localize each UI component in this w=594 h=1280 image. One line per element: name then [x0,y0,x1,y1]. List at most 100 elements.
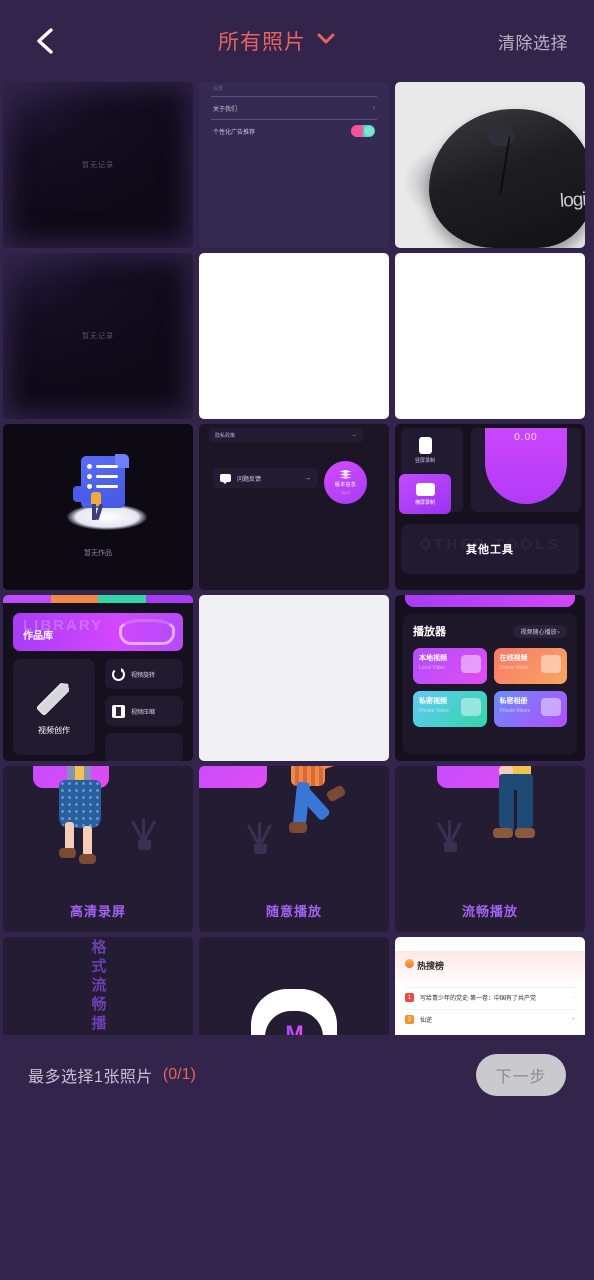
ads-toggle [351,125,375,137]
photo-thumbnail[interactable] [199,253,389,419]
photo-thumbnail[interactable]: 随意播放 [199,766,389,932]
onboard-caption: 随意播放 [265,904,322,919]
library-label: 作品库 [23,631,53,642]
record-timer: 0.00 [514,432,538,443]
bottom-bar: 最多选择1张照片 (0/1) 下一步 [0,1035,594,1115]
arrow-right-icon: → [304,474,311,482]
chevron-down-icon [316,32,336,50]
vertical-caption: 格式流畅播 [89,939,107,1034]
layers-icon [339,470,352,479]
portrait-record-option: 竖屏录制 [401,430,449,470]
selection-count: (0/1) [162,1066,196,1083]
swirl-decoration-icon [119,619,175,645]
empty-work-illustration [59,452,147,530]
portrait-frame-icon [418,436,432,454]
photo-thumbnail[interactable]: 设置 关于我们 › 个性化广告推荐 [199,82,389,248]
player-card-item: 私密相册 Private Album [493,691,567,727]
photo-thumbnail[interactable]: M NUNU VIDEO [199,937,389,1035]
plant-icon [246,818,273,854]
mouse-image: logi [429,108,585,248]
phone-chip-decoration [199,766,267,788]
photo-thumbnail[interactable]: 高清录屏 [3,766,193,932]
person-illustration [277,766,355,882]
player-card-item: 私密视频 Private Video [413,691,487,727]
settings-ads-label: 个性化广告推荐 [213,129,256,136]
thumbnail-note: 暂无记录 [82,333,114,340]
flame-icon [405,959,414,968]
next-step-button[interactable]: 下一步 [476,1054,566,1096]
version-number: V1.0 [341,490,350,495]
photo-grid[interactable]: 暂无记录 设置 关于我们 › 个性化广告推荐 logi 暂无记录 暂无作品 隐私… [3,82,591,1035]
player-tag: 视频随心播放~ [513,624,567,638]
photo-thumbnail[interactable]: 播放器 视频随心播放~ 本地视频 Local Video 在线视频 Online… [395,595,585,761]
video-rotate-tile: 视频旋转 [105,659,183,689]
portrait-label: 竖屏录制 [414,457,435,464]
rank-badge: 1 [405,993,414,1002]
privacy-label: 隐私政策 [215,432,236,439]
photo-thumbnail[interactable]: 隐私政策 → 问题反馈 → 版本信息 V1.0 [199,424,389,590]
card-thumb-icon [541,655,561,673]
photo-thumbnail[interactable]: logi [395,82,585,248]
photo-thumbnail[interactable]: LIBRARY 作品库 视频创作 视频旋转 视频压缩 [3,595,193,761]
person-illustration [487,766,557,886]
chevron-right-icon: › [372,104,375,112]
plant-icon [436,816,463,852]
landscape-label: 横屏录制 [414,499,435,506]
pencil-ruler-icon [34,678,74,718]
top-color-strip [3,595,193,603]
thumbnail-note: 暂无作品 [84,550,112,557]
photo-thumbnail[interactable]: 暂无作品 [3,424,193,590]
settings-about-label: 关于我们 [213,106,238,113]
clear-selection-button[interactable]: 清除选择 [498,29,568,54]
video-create-label: 视频创作 [38,726,70,735]
card-thumb-icon [460,655,481,673]
list-item: 1 写给青少年的党史·第一卷：中国有了共产党 - [405,987,575,1007]
photo-picker-screen: 所有照片 清除选择 暂无记录 设置 关于我们 › 个性化广告推荐 logi 暂无… [0,0,594,1280]
hot-item-meta: - [573,994,575,1001]
top-bar: 所有照片 清除选择 [0,0,594,82]
tool-tiles: 视频旋转 视频压缩 [105,659,183,761]
landscape-record-option: 横屏录制 [399,474,451,514]
selection-hint: 最多选择1张照片 [28,1069,153,1086]
plant-icon [130,814,157,850]
mouse-brand-text: logi [559,188,585,212]
hot-item-title: 写给青少年的党史·第一卷：中国有了共产党 [420,996,536,1002]
card-thumb-icon [541,698,561,716]
photo-thumbnail[interactable]: 格式流畅播 [3,937,193,1035]
photo-thumbnail[interactable] [395,253,585,419]
rank-badge: 2 [405,1015,414,1024]
player-card-item: 本地视频 Local Video [413,648,487,684]
video-rotate-label: 视频旋转 [131,672,156,679]
photo-thumbnail[interactable]: 竖屏录制 横屏录制 0.00 OTHER TOOLS 其他工具 [395,424,585,590]
landscape-frame-icon [415,482,435,496]
album-selector[interactable]: 所有照片 [56,26,498,56]
card-thumb-icon [460,698,481,716]
player-card-item: 在线视频 Online Video [493,648,567,684]
onboard-caption: 流畅播放 [461,904,518,919]
player-card: 播放器 视频随心播放~ 本地视频 Local Video 在线视频 Online… [403,613,577,755]
thumbnail-note: 暂无记录 [82,162,114,169]
photo-thumbnail[interactable]: 暂无记录 [3,82,193,248]
settings-row-about: 关于我们 › [199,97,389,119]
hot-item-meta: + [571,1016,575,1023]
player-header: 播放器 视频随心播放~ [413,623,567,639]
player-card-grid: 本地视频 Local Video 在线视频 Online Video 私密视频 … [413,648,567,727]
other-tools-label: 其他工具 [466,544,514,556]
hot-item-title: 仙逆 [420,1018,433,1024]
photo-thumbnail[interactable] [199,595,389,761]
photo-thumbnail[interactable]: 暂无记录 [3,253,193,419]
photo-thumbnail[interactable]: 流畅播放 [395,766,585,932]
photo-thumbnail[interactable]: 热搜榜 1 写给青少年的党史·第一卷：中国有了共产党 - 2 仙逆 + [395,937,585,1035]
privacy-row: 隐私政策 → [209,428,363,442]
settings-faint-title: 设置 [213,86,224,92]
video-compress-tile: 视频压缩 [105,696,183,726]
rotate-icon [112,667,125,681]
speech-bubble-icon [220,474,231,484]
player-heading: 播放器 [413,626,446,638]
video-create-tile: 视频创作 [13,659,95,755]
hot-search-title: 热搜榜 [417,961,445,971]
library-banner: LIBRARY 作品库 [13,613,183,651]
list-item: 2 仙逆 + [405,1009,575,1029]
extra-tile [105,733,183,761]
video-compress-label: 视频压缩 [131,709,156,716]
